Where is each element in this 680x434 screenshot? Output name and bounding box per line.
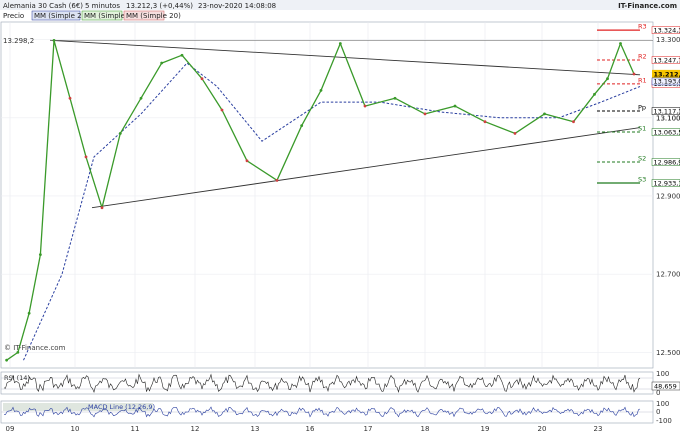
high-marker-label: 13.298,2 [3, 37, 34, 45]
instrument-name: Alemania 30 Cash (6€) [3, 2, 83, 10]
level-value-s3: 12.933,1 [654, 179, 680, 187]
level-name-s3: S3 [638, 176, 646, 184]
time-tick-label: 16 [306, 425, 315, 433]
time-tick-label: 23 [594, 425, 603, 433]
price-tick-label: 12.900 [656, 192, 680, 200]
level-name-r3: R3 [638, 23, 647, 31]
legend-mm20: MM (Simple 20) [126, 12, 181, 20]
level-name-r2: R2 [638, 53, 647, 61]
price-point [453, 104, 457, 108]
time-tick-label: 19 [481, 425, 490, 433]
price-point [68, 96, 72, 100]
price-point [319, 89, 323, 92]
price-point [593, 92, 596, 96]
price-point [84, 155, 88, 159]
last-price-label: 13.212,3 (+0,44%) [126, 2, 193, 10]
price-point [363, 104, 367, 108]
rsi-value: 48,659 [654, 383, 677, 391]
macd-label: MACD Line (12,26,9) [88, 403, 155, 411]
price-point [632, 72, 636, 76]
time-tick-label: 20 [538, 425, 547, 433]
price-point [275, 178, 279, 182]
rsi-axis-100: 100 [656, 370, 669, 378]
price-point [220, 108, 224, 112]
price-point [513, 132, 517, 135]
level-name-pp: Pp [638, 104, 646, 112]
price-point [180, 53, 184, 57]
price-point [27, 311, 31, 315]
price-point [572, 120, 575, 124]
time-tick-label: 12 [191, 425, 200, 433]
price-tick-label: 12.700 [656, 271, 680, 279]
timeframe-label: 5 minutos [85, 2, 120, 10]
price-point [338, 42, 342, 45]
main-plot-area [0, 21, 654, 369]
level-name-s1: S1 [638, 125, 646, 133]
level-value-r2: 13.247,7 [654, 56, 680, 64]
price-point [38, 253, 42, 257]
level-value-s2: 12.986,9 [654, 158, 680, 166]
price-point [543, 112, 546, 116]
watermark: © IT-Finance.com [4, 344, 66, 352]
level-value-r3: 13.324,3 [654, 26, 680, 34]
time-axis: 09 10 11 12 13 16 17 18 19 20 23 [6, 425, 603, 433]
time-tick-label: 18 [421, 425, 430, 433]
price-point [423, 112, 427, 116]
macd-axis-0: 0 [656, 408, 660, 416]
legend-precio: Precio [3, 12, 24, 20]
price-point [5, 358, 9, 362]
price-point [139, 96, 143, 100]
legend: Precio MM (Simple 200) MM (Simple 50) MM… [3, 10, 181, 21]
level-name-r1: R1 [638, 76, 647, 84]
price-tick-label: 12.500 [656, 349, 680, 357]
price-point [160, 61, 164, 65]
level-value-s1: 13.063,5 [654, 128, 680, 136]
price-tick-label: 13.100 [656, 114, 680, 122]
price-point [245, 159, 249, 163]
price-point [100, 206, 104, 210]
brand-label: IT-Finance.com [618, 2, 677, 10]
chart-canvas: Alemania 30 Cash (6€) 5 minutos 13.212,3… [0, 0, 680, 433]
price-point [619, 42, 622, 45]
time-tick-label: 10 [71, 425, 80, 433]
macd-axis-100: 100 [656, 400, 669, 408]
price-point [393, 96, 397, 100]
datetime-label: 23-nov-2020 14:08:08 [198, 2, 276, 10]
price-tick-label: 13.300 [656, 36, 680, 44]
time-tick-label: 11 [131, 425, 140, 433]
price-point [300, 124, 304, 128]
level-name-s2: S2 [638, 155, 646, 163]
macd-axis-minus100: -100 [656, 417, 672, 425]
price-point [52, 38, 56, 42]
time-tick-label: 13 [251, 425, 260, 433]
price-point [118, 132, 122, 135]
price-point [200, 77, 204, 81]
price-point [606, 77, 609, 81]
price-point [483, 120, 487, 124]
ma-value-label: 13.193,0 [654, 78, 680, 86]
time-tick-label: 09 [6, 425, 15, 433]
time-tick-label: 17 [364, 425, 373, 433]
